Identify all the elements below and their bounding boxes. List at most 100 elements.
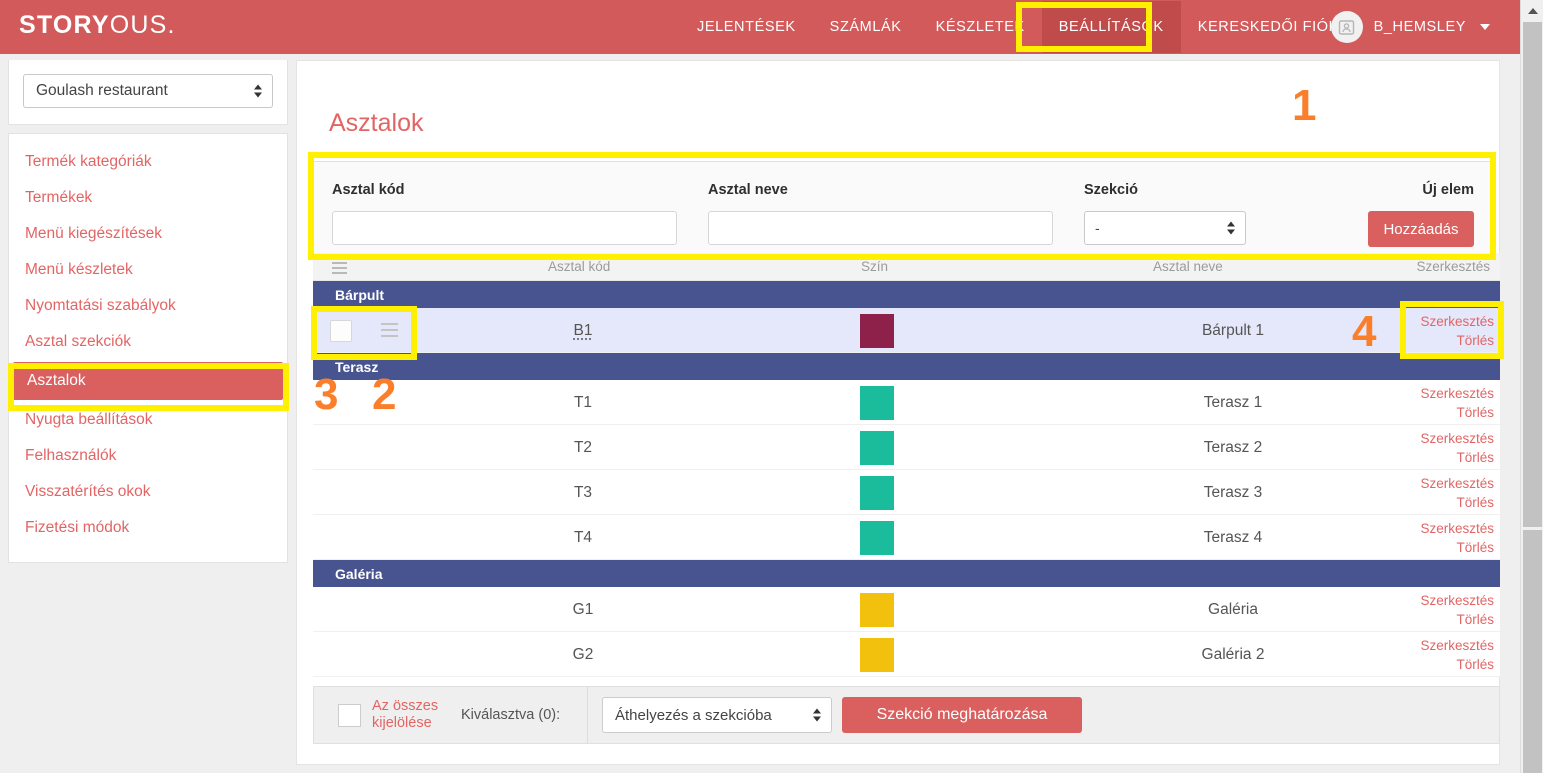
cell-color <box>860 515 894 560</box>
username-label: B_HEMSLEY <box>1373 19 1466 35</box>
color-swatch <box>860 592 894 627</box>
delete-link[interactable]: Törlés <box>1420 448 1494 467</box>
sidebar-item-nyomtatasi-szabalyok[interactable]: Nyomtatási szabályok <box>9 288 287 324</box>
color-swatch <box>860 475 894 510</box>
logo-light-part: OUS. <box>109 11 176 39</box>
sidebar-item-menu-keszletek[interactable]: Menü készletek <box>9 252 287 288</box>
app-logo[interactable]: STORYOUS. <box>19 11 176 40</box>
table-row[interactable]: T4 Terasz 4 Szerkesztés Törlés <box>313 515 1500 560</box>
select-all-checkbox[interactable] <box>338 703 361 727</box>
cell-code: G2 <box>473 632 693 677</box>
bulk-actions-bar: Az összes kijelölése Kiválasztva (0): Át… <box>313 686 1500 744</box>
nav-item-beallitasok[interactable]: BEÁLLÍTÁSOK <box>1041 1 1181 53</box>
sidebar-item-asztalok[interactable]: Asztalok <box>13 362 283 400</box>
delete-link[interactable]: Törlés <box>1420 493 1494 512</box>
delete-link[interactable]: Törlés <box>1420 655 1494 674</box>
cell-code: T4 <box>473 515 693 560</box>
field-label-szekcio: Szekció <box>1084 182 1138 198</box>
hozzaadas-button[interactable]: Hozzáadás <box>1368 211 1474 247</box>
edit-link[interactable]: Szerkesztés <box>1420 384 1494 403</box>
section-header-terasz: Terasz <box>313 353 1500 380</box>
annotation-number-1: 1 <box>1292 81 1317 130</box>
move-to-section-select[interactable]: Áthelyezés a szekcióba <box>602 697 832 733</box>
sidebar-item-felhasznalok[interactable]: Felhasználók <box>9 438 287 474</box>
field-label-uj-elem: Új elem <box>1422 182 1474 198</box>
cell-code-text: G2 <box>572 645 594 663</box>
annotation-number-4: 4 <box>1352 307 1377 356</box>
sidebar-item-termek-kategoriak[interactable]: Termék kategóriák <box>9 144 287 180</box>
cell-name-text: Terasz 4 <box>1203 528 1263 546</box>
new-table-form: Asztal kód Asztal neve Szekció - Új elem… <box>313 161 1493 261</box>
cell-code-text: B1 <box>573 321 593 339</box>
select-all-link[interactable]: Az összes kijelölése <box>372 698 450 732</box>
table-row[interactable]: T3 Terasz 3 Szerkesztés Törlés <box>313 470 1500 515</box>
page-title: Asztalok <box>329 109 424 137</box>
table-row[interactable]: G2 Galéria 2 Szerkesztés Törlés <box>313 632 1500 677</box>
edit-link[interactable]: Szerkesztés <box>1420 519 1494 538</box>
nav-item-szamlak[interactable]: SZÁMLÁK <box>813 1 919 53</box>
nav-item-jelentesek[interactable]: JELENTÉSEK <box>680 1 813 53</box>
cell-code-text: T3 <box>573 483 593 501</box>
cell-code-text: T4 <box>573 528 593 546</box>
cell-color <box>860 587 894 632</box>
sidebar-item-nyugta-beallitasok[interactable]: Nyugta beállítások <box>9 402 287 438</box>
tables-list: Asztal kód Szín Asztal neve Szerkesztés … <box>313 253 1500 677</box>
edit-link[interactable]: Szerkesztés <box>1420 312 1494 331</box>
table-row[interactable]: T1 Terasz 1 Szerkesztés Törlés <box>313 380 1500 425</box>
delete-link[interactable]: Törlés <box>1420 403 1494 422</box>
section-header-galeria: Galéria <box>313 560 1500 587</box>
sidebar-item-visszaterites-okok[interactable]: Visszatérítés okok <box>9 474 287 510</box>
drag-handle-icon <box>332 262 347 277</box>
top-nav-items: JELENTÉSEK SZÁMLÁK KÉSZLETEK BEÁLLÍTÁSOK… <box>680 0 1356 54</box>
app-window: STORYOUS. JELENTÉSEK SZÁMLÁK KÉSZLETEK B… <box>0 0 1543 773</box>
field-group-code: Asztal kód <box>332 182 677 245</box>
page-scrollbar[interactable] <box>1520 0 1543 773</box>
spinner-updown-icon <box>813 708 821 722</box>
table-row[interactable]: T2 Terasz 2 Szerkesztés Törlés <box>313 425 1500 470</box>
asztal-neve-input[interactable] <box>708 211 1053 245</box>
shop-select[interactable]: Goulash restaurant <box>23 74 273 108</box>
color-swatch <box>860 430 894 465</box>
user-card-icon <box>1330 11 1363 43</box>
apply-section-button[interactable]: Szekció meghatározása <box>842 697 1082 733</box>
edit-link[interactable]: Szerkesztés <box>1420 474 1494 493</box>
field-group-name: Asztal neve <box>708 182 1053 245</box>
sidebar-item-termekek[interactable]: Termékek <box>9 180 287 216</box>
szekcio-select-value: - <box>1095 220 1100 236</box>
edit-link[interactable]: Szerkesztés <box>1420 429 1494 448</box>
color-swatch <box>860 313 894 348</box>
select-all-group: Az összes kijelölése Kiválasztva (0): <box>314 686 588 744</box>
nav-item-keszletek[interactable]: KÉSZLETEK <box>919 1 1042 53</box>
delete-link[interactable]: Törlés <box>1420 331 1494 350</box>
scrollbar-track-lower[interactable] <box>1523 530 1542 773</box>
szekcio-select[interactable]: - <box>1084 211 1246 245</box>
delete-link[interactable]: Törlés <box>1420 538 1494 557</box>
top-navigation-bar: STORYOUS. JELENTÉSEK SZÁMLÁK KÉSZLETEK B… <box>0 0 1520 54</box>
sidebar-item-fizetesi-modok[interactable]: Fizetési módok <box>9 510 287 546</box>
table-row[interactable]: G1 Galéria Szerkesztés Törlés <box>313 587 1500 632</box>
drag-handle-icon[interactable] <box>381 323 398 341</box>
asztal-kod-input[interactable] <box>332 211 677 245</box>
chevron-up-icon <box>1527 8 1538 14</box>
spinner-updown-icon <box>1227 221 1235 235</box>
edit-link[interactable]: Szerkesztés <box>1420 591 1494 610</box>
table-header-row: Asztal kód Szín Asztal neve Szerkesztés <box>313 253 1500 281</box>
scrollbar-thumb[interactable] <box>1523 22 1542 527</box>
sidebar: Goulash restaurant Termék kategóriák Ter… <box>8 60 288 563</box>
column-header-code: Asztal kód <box>548 259 611 274</box>
sidebar-item-asztal-szekciok[interactable]: Asztal szekciók <box>9 324 287 360</box>
main-content-panel: Asztalok Asztal kód Asztal neve Szekció … <box>296 60 1500 765</box>
scroll-up-button[interactable] <box>1521 0 1543 22</box>
delete-link[interactable]: Törlés <box>1420 610 1494 629</box>
cell-code-text: T2 <box>573 438 593 456</box>
sidebar-item-menu-kiegeszitesek[interactable]: Menü kiegészítések <box>9 216 287 252</box>
row-actions: Szerkesztés Törlés <box>1420 636 1494 674</box>
user-account-menu[interactable]: B_HEMSLEY <box>1330 0 1490 54</box>
cell-name: Galéria <box>1073 587 1393 632</box>
row-checkbox[interactable] <box>330 320 352 342</box>
cell-code: T1 <box>473 380 693 425</box>
table-row[interactable]: B1 Bárpult 1 Szerkesztés Törlés <box>313 308 1500 353</box>
sidebar-menu: Termék kategóriák Termékek Menü kiegészí… <box>8 133 288 563</box>
edit-link[interactable]: Szerkesztés <box>1420 636 1494 655</box>
annotation-number-2: 2 <box>372 370 397 419</box>
